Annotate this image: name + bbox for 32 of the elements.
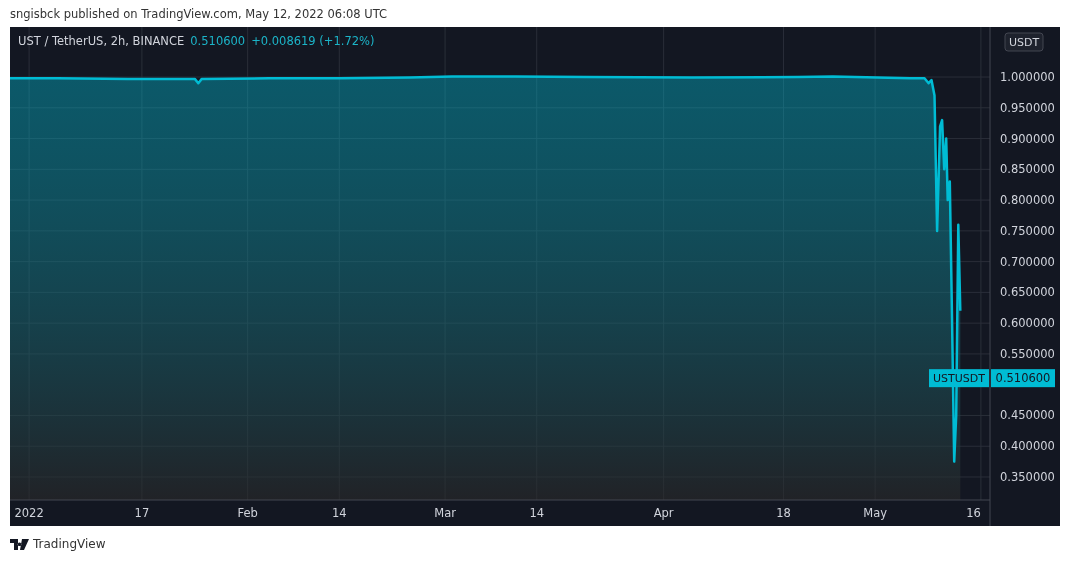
symbol-price-label: USTUSDT [929, 369, 989, 388]
symbol-title: UST / TetherUS, 2h, BINANCE [18, 34, 185, 48]
time-axis-label: 14 [332, 506, 347, 520]
price-axis-label: 0.750000 [1000, 223, 1055, 238]
price-axis-label: 1.000000 [1000, 70, 1055, 85]
price-axis-label: 0.900000 [1000, 131, 1055, 146]
price-axis-label: 0.800000 [1000, 193, 1055, 208]
last-price-label: 0.510600 [991, 369, 1055, 388]
time-axis-label: May [863, 506, 888, 520]
price-axis-label: 0.400000 [1000, 439, 1055, 454]
price-axis-label: 0.700000 [1000, 254, 1055, 269]
time-axis-label: 17 [134, 506, 150, 520]
price-axis-label: 0.950000 [1000, 100, 1055, 115]
time-axis-label: 14 [529, 506, 545, 520]
publish-info: sngisbck published on TradingView.com, May 12, 2022 06:08 UTC [10, 6, 388, 21]
time-axis-label: Mar [434, 506, 456, 520]
price-value: 0.510600 [190, 34, 246, 48]
brand-name: TradingView [33, 537, 106, 551]
time-axis-label: 16 [966, 506, 981, 520]
price-axis-label: 0.550000 [1000, 346, 1055, 361]
price-change: +0.008619 (+1.72%) [251, 34, 375, 48]
price-axis-label: 0.650000 [1000, 285, 1055, 300]
time-axis-label: 2022 [14, 506, 44, 520]
time-axis-label: Feb [237, 506, 258, 520]
time-axis-label: Apr [653, 506, 674, 520]
price-axis-label: 0.450000 [1000, 408, 1055, 423]
time-axis-label: 18 [776, 506, 791, 520]
logo-icon [10, 538, 29, 550]
price-axis-label: 0.350000 [1000, 470, 1055, 484]
price-axis-label: 0.600000 [1000, 316, 1055, 331]
currency-badge[interactable]: USDT [1004, 32, 1044, 52]
price-axis-label: 0.850000 [1000, 162, 1055, 177]
